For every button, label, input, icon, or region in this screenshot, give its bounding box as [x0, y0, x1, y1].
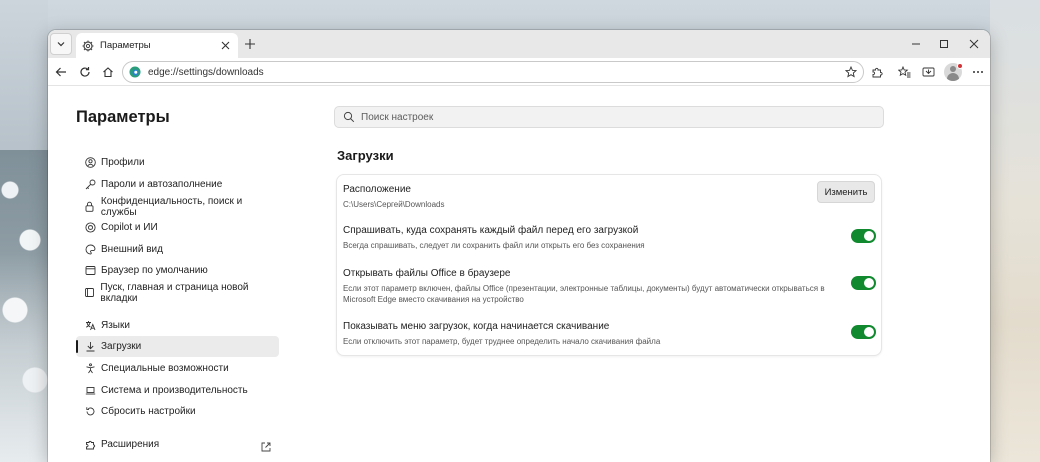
url-text: edge://settings/downloads	[148, 66, 264, 78]
sidebar-item-default-browser[interactable]: Браузер по умолчанию	[76, 260, 279, 281]
ask-setting-label: Спрашивать, куда сохранять каждый файл п…	[343, 225, 639, 236]
star-icon	[845, 66, 857, 78]
sidebar-item-label: Пароли и автозаполнение	[101, 179, 223, 190]
edge-logo-icon	[129, 66, 141, 78]
tab-actions-button[interactable]	[50, 33, 72, 55]
extensions-icon	[84, 439, 96, 451]
downloads-settings-card: Расположение C:\Users\Сергей\Downloads И…	[336, 174, 882, 356]
more-menu-button[interactable]	[969, 63, 987, 81]
sidebar-item-appearance[interactable]: Внешний вид	[76, 239, 279, 260]
plus-icon	[245, 39, 255, 49]
puzzle-icon	[872, 67, 883, 78]
sidebar-item-languages[interactable]: Языки	[76, 315, 279, 336]
ask-setting-description: Всегда спрашивать, следует ли сохранить …	[343, 241, 645, 250]
sidebar-item-label: Языки	[101, 320, 130, 331]
sidebar-item-label: Браузер по умолчанию	[101, 265, 208, 276]
sidebar-item-start-page[interactable]: Пуск, главная и страница новой вкладки	[76, 281, 279, 304]
office-setting-description: Если этот параметр включен, файлы Office…	[343, 284, 825, 304]
home-button[interactable]	[99, 63, 117, 81]
collections-icon	[922, 67, 934, 77]
browser-toolbar: edge://settings/downloads	[48, 58, 990, 86]
menu-setting-label: Показывать меню загрузок, когда начинает…	[343, 321, 610, 332]
home-icon	[103, 67, 113, 78]
menu-setting-description: Если отключить этот параметр, будет труд…	[343, 337, 661, 346]
browser-icon	[84, 265, 96, 277]
sidebar-item-label: Специальные возможности	[101, 363, 229, 374]
extensions-button[interactable]	[868, 63, 886, 81]
menu-setting-toggle[interactable]	[851, 325, 876, 339]
refresh-button[interactable]	[76, 63, 94, 81]
close-tab-button[interactable]	[218, 39, 232, 53]
sidebar-item-label: Copilot и ИИ	[101, 222, 158, 233]
settings-search-input[interactable]: Поиск настроек	[334, 106, 884, 128]
sidebar-item-label: Сбросить настройки	[101, 406, 196, 417]
languages-icon	[84, 320, 96, 332]
download-icon	[84, 341, 96, 353]
sidebar-item-system[interactable]: Система и производительность	[76, 380, 279, 401]
laptop-icon	[84, 385, 96, 397]
sidebar-item-copilot[interactable]: Copilot и ИИ	[76, 217, 279, 238]
tab-bar: Параметры	[48, 30, 990, 58]
reset-icon	[84, 406, 96, 418]
page-title: Загрузки	[337, 148, 394, 163]
minimize-button[interactable]	[908, 36, 924, 52]
close-window-button[interactable]	[966, 36, 982, 52]
accessibility-icon	[84, 363, 96, 375]
maximize-icon	[940, 40, 948, 48]
favorites-button[interactable]	[895, 63, 913, 81]
sidebar-item-label: Система и производительность	[101, 385, 248, 396]
sidebar-item-label: Профили	[101, 157, 145, 168]
location-path: C:\Users\Сергей\Downloads	[343, 200, 445, 209]
minimize-icon	[912, 43, 920, 45]
new-tab-button[interactable]	[242, 36, 258, 52]
lock-icon	[84, 201, 96, 213]
sidebar-item-label: Внешний вид	[101, 244, 163, 255]
sidebar-item-passwords[interactable]: Пароли и автозаполнение	[76, 174, 279, 195]
external-link-icon[interactable]	[260, 441, 272, 453]
desktop-wallpaper-left	[0, 0, 48, 462]
gear-icon	[82, 40, 94, 52]
notification-dot	[957, 63, 963, 69]
sidebar-item-label: Загрузки	[101, 341, 142, 352]
change-location-button[interactable]: Изменить	[817, 181, 875, 203]
address-bar[interactable]: edge://settings/downloads	[122, 61, 864, 83]
location-label: Расположение	[343, 184, 411, 195]
arrow-left-icon	[55, 67, 66, 77]
browser-window: Параметры edge://settings/downloads Пара…	[48, 30, 990, 462]
profile-icon	[84, 157, 96, 169]
sidebar-item-label: Расширения	[101, 439, 160, 450]
chevron-down-icon	[57, 42, 65, 47]
collections-button[interactable]	[919, 63, 937, 81]
sidebar-item-label: Пуск, главная и страница новой вкладки	[100, 281, 249, 304]
tab-settings[interactable]: Параметры	[76, 33, 238, 58]
sidebar-item-accessibility[interactable]: Специальные возможности	[76, 358, 279, 379]
more-horizontal-icon	[973, 71, 983, 73]
ask-setting-toggle[interactable]	[851, 229, 876, 243]
copilot-icon	[84, 222, 96, 234]
add-favorite-button[interactable]	[843, 64, 859, 80]
key-icon	[84, 179, 96, 191]
desktop-wallpaper-right	[990, 0, 1040, 462]
sidebar-item-privacy[interactable]: Конфиденциальность, поиск и службы	[76, 195, 279, 218]
office-setting-label: Открывать файлы Office в браузере	[343, 268, 511, 279]
back-button[interactable]	[52, 63, 70, 81]
sidebar-item-label: Конфиденциальность, поиск и службы	[100, 195, 243, 218]
office-setting-toggle[interactable]	[851, 276, 876, 290]
sidebar-title: Параметры	[76, 108, 170, 126]
sidebar-item-profiles[interactable]: Профили	[76, 152, 279, 173]
sidebar-item-reset[interactable]: Сбросить настройки	[76, 401, 279, 422]
settings-page: Параметры Профили Пароли и автозаполнени…	[48, 86, 990, 462]
maximize-button[interactable]	[936, 36, 952, 52]
tab-title: Параметры	[100, 40, 151, 51]
search-icon	[343, 111, 355, 123]
close-icon	[969, 39, 979, 49]
appearance-icon	[84, 244, 96, 256]
sidebar-item-downloads[interactable]: Загрузки	[76, 336, 279, 357]
refresh-icon	[80, 67, 90, 77]
new-tab-page-icon	[84, 287, 95, 299]
search-placeholder: Поиск настроек	[361, 111, 434, 123]
favorites-icon	[897, 66, 910, 78]
close-icon	[221, 41, 229, 50]
sidebar-item-extensions[interactable]: Расширения	[76, 434, 279, 455]
